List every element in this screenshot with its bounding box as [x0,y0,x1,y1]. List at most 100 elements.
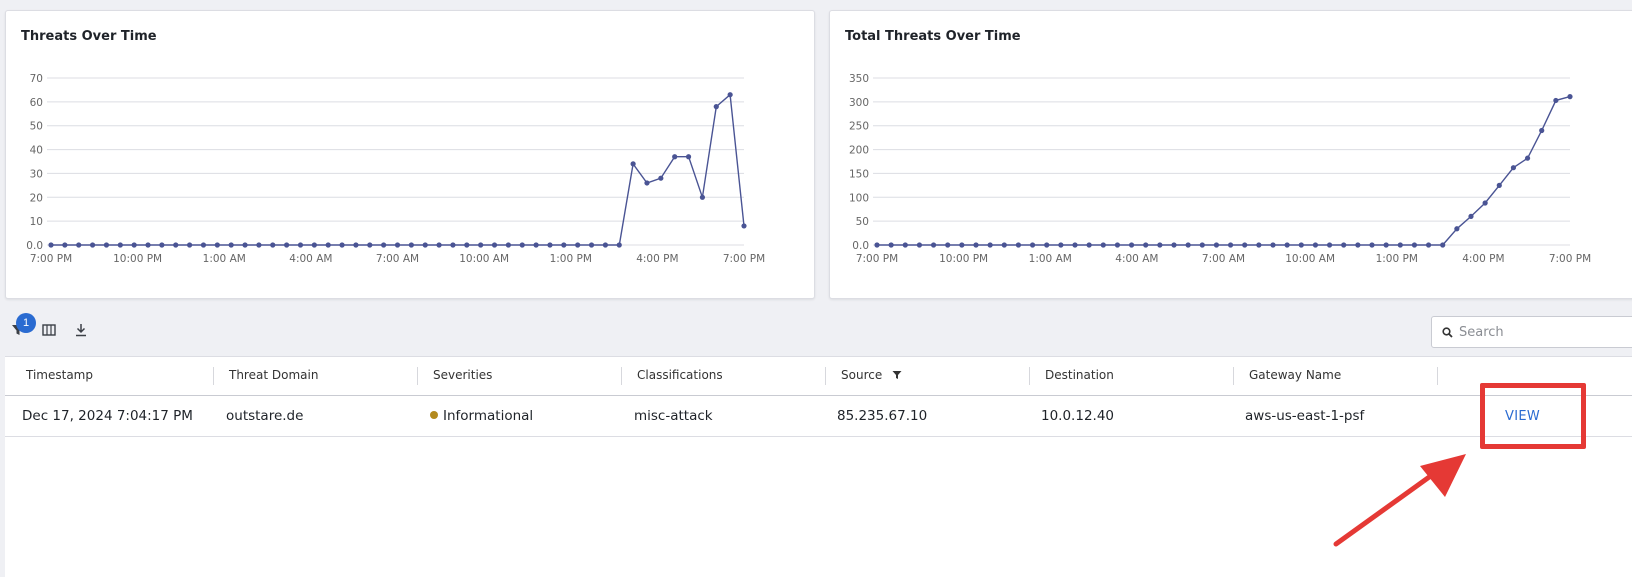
data-point [103,242,110,248]
data-point [1086,242,1092,248]
column-header-destination[interactable]: Destination [1045,368,1114,382]
data-point [1468,213,1474,219]
column-header-threat-domain[interactable]: Threat Domain [229,368,318,382]
column-resize-handle[interactable] [621,367,622,385]
x-tick-label: 7:00 PM [1549,253,1591,265]
severity-label: Informational [443,408,534,424]
search-input[interactable] [1457,323,1631,341]
data-point [505,242,511,248]
data-point [519,242,525,248]
data-point [1100,242,1106,248]
data-point [616,242,622,248]
data-point [1567,94,1573,100]
threats-over-time-card: Threats Over Time 0.0 10 20 30 40 50 60 70 7:00 … [5,10,815,299]
column-resize-handle[interactable] [1437,367,1438,385]
data-point [1326,242,1333,248]
data-point [930,242,937,248]
cell-severity: Informational [430,408,533,424]
data-point [464,242,470,248]
data-point [89,242,96,248]
x-tick-label: 4:00 PM [636,253,678,265]
data-point [325,242,331,248]
column-resize-handle[interactable] [1029,367,1030,385]
data-point [1157,242,1163,248]
x-tick-label: 4:00 PM [1462,253,1504,265]
series-line [51,93,745,246]
columns-icon[interactable] [38,319,60,341]
data-point [1029,242,1036,248]
column-header-source[interactable]: Source [841,368,902,383]
data-point [699,194,706,200]
data-point [1171,242,1177,248]
column-resize-handle[interactable] [1233,367,1234,385]
data-point [284,242,290,248]
column-resize-handle[interactable] [417,367,418,385]
column-filter-icon[interactable] [892,369,902,383]
threats-table: Timestamp Threat Domain Severities Class… [5,356,1632,577]
data-point [547,242,553,248]
column-header-timestamp[interactable]: Timestamp [26,368,93,382]
data-point [408,242,414,248]
data-point [727,92,733,98]
y-tick-label: 20 [30,192,43,204]
data-point [1242,242,1248,248]
data-point [367,242,373,248]
search-icon [1442,326,1453,338]
data-point [1213,242,1220,248]
total-threats-over-time-card: Total Threats Over Time 0.0 50 100 150 200 25… [829,10,1632,299]
x-tick-label: 1:00 PM [550,253,592,265]
data-point [672,154,678,160]
column-resize-handle[interactable] [213,367,214,385]
data-point [1524,155,1531,161]
y-tick-label: 50 [856,216,869,228]
view-button[interactable]: VIEW [1505,409,1540,424]
column-resize-handle[interactable] [825,367,826,385]
data-point [270,242,276,248]
data-point [62,242,68,248]
data-point [159,242,165,248]
column-header-classifications[interactable]: Classifications [637,368,723,382]
data-point [533,242,539,248]
data-point [1312,242,1319,248]
search-box[interactable] [1431,316,1632,348]
data-point [1128,242,1135,248]
y-tick-label: 10 [30,216,43,228]
x-tick-label: 7:00 AM [1202,253,1245,265]
data-point [145,242,151,248]
y-tick-label: 350 [849,73,869,85]
column-header-severities[interactable]: Severities [433,368,492,382]
data-point [339,242,345,248]
x-tick-label: 10:00 AM [1285,253,1335,265]
data-point [1044,242,1050,248]
data-point [131,242,137,248]
data-point [1440,242,1446,248]
x-tick-label: 7:00 PM [723,253,765,265]
data-point [916,242,923,248]
data-point [117,242,123,248]
download-icon[interactable] [70,319,92,341]
cell-destination: 10.0.12.40 [1041,408,1114,424]
data-point [76,242,82,248]
data-point [1383,242,1389,248]
data-point [214,242,220,248]
data-point [902,242,908,248]
data-point [1114,242,1121,248]
table-row[interactable]: Dec 17, 2024 7:04:17 PM outstare.de Info… [5,396,1632,437]
data-point [1397,242,1403,248]
data-point [874,242,880,248]
data-point [242,242,248,248]
cell-gateway: aws-us-east-1-psf [1245,408,1365,424]
y-tick-label: 30 [30,168,43,180]
x-tick-label: 1:00 PM [1376,253,1418,265]
data-point [1539,127,1545,134]
x-tick-label: 1:00 AM [1029,253,1072,265]
data-point [1454,226,1460,232]
data-point [685,154,692,160]
data-point [173,242,179,248]
data-point [888,242,894,248]
data-point [1227,242,1234,248]
data-point [959,242,965,248]
y-tick-label: 50 [30,121,43,133]
column-header-gateway-name[interactable]: Gateway Name [1249,368,1341,382]
y-tick-label: 250 [849,121,869,133]
